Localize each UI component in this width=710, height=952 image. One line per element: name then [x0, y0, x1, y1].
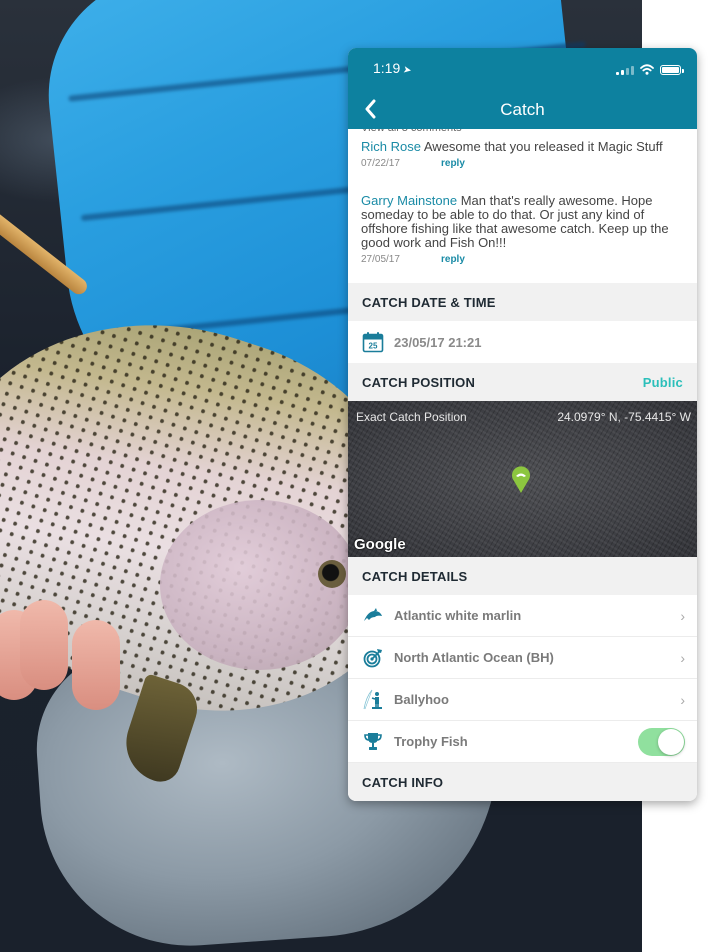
detail-label: Ballyhoo: [394, 692, 449, 707]
status-bar: 1:19 ➤: [348, 60, 697, 80]
comment-item: Garry Mainstone Man that's really awesom…: [348, 194, 697, 267]
section-title: CATCH DATE & TIME: [362, 294, 496, 310]
fish-species-icon: [362, 605, 384, 627]
section-title: CATCH POSITION: [362, 374, 476, 390]
status-time: 1:19 ➤: [373, 60, 413, 77]
detail-row-area[interactable]: North Atlantic Ocean (BH) ›: [348, 637, 697, 679]
detail-label: North Atlantic Ocean (BH): [394, 650, 554, 665]
comment-date: 07/22/17: [361, 158, 400, 169]
section-header-catch-details: CATCH DETAILS: [348, 557, 697, 595]
phone-screen: 1:19➤ Catch View all 3 comments: [348, 48, 697, 801]
comment-date: 27/05/17: [361, 254, 400, 265]
detail-label: Atlantic white marlin: [394, 608, 522, 623]
map-pin-icon[interactable]: [511, 466, 531, 494]
battery-icon: [660, 65, 684, 75]
comment-body: Rich Rose Awesome that you released it M…: [361, 140, 684, 154]
trophy-icon: [362, 731, 384, 753]
reply-link[interactable]: reply: [441, 253, 465, 267]
comment-body: Garry Mainstone Man that's really awesom…: [361, 194, 684, 250]
finger: [72, 620, 120, 710]
map-label: Exact Catch Position: [356, 410, 467, 424]
catch-map[interactable]: Exact Catch Position 24.0979° N, -75.441…: [348, 401, 697, 557]
status-icons: [616, 64, 684, 75]
comment-meta: 27/05/17 reply: [361, 253, 684, 267]
view-all-comments-link[interactable]: View all 3 comments: [361, 129, 462, 134]
fingers: [0, 590, 160, 710]
catch-date-row[interactable]: 25 23/05/17 21:21: [348, 321, 697, 363]
detail-row-trophy: Trophy Fish: [348, 721, 697, 763]
toggle-knob: [658, 728, 684, 755]
comment-author[interactable]: Garry Mainstone: [361, 193, 457, 208]
cellular-signal-icon: [616, 66, 634, 75]
wifi-icon: [640, 64, 654, 75]
section-title: CATCH DETAILS: [362, 568, 468, 584]
google-logo: Google: [354, 536, 406, 553]
calendar-icon: 25: [362, 332, 384, 353]
finger: [20, 600, 68, 690]
catch-content[interactable]: View all 3 comments Rich Rose Awesome th…: [348, 129, 697, 801]
comment-author[interactable]: Rich Rose: [361, 139, 421, 154]
angler-bait-icon: [362, 689, 384, 711]
section-header-catch-info: CATCH INFO: [348, 763, 697, 801]
app-header: 1:19 ➤ Catch: [348, 48, 697, 129]
location-arrow-icon: ➤: [402, 64, 413, 77]
calendar-day: 25: [369, 342, 378, 351]
section-header-catch-date: CATCH DATE & TIME: [348, 283, 697, 321]
chevron-right-icon: ›: [680, 607, 685, 624]
page-title: Catch: [500, 100, 545, 119]
time-text: 1:19: [373, 60, 401, 76]
comment-text: Awesome that you released it Magic Stuff: [420, 139, 663, 154]
section-title: CATCH INFO: [362, 774, 444, 790]
reply-link[interactable]: reply: [441, 157, 465, 171]
section-header-catch-position: CATCH POSITION Public: [348, 363, 697, 401]
chevron-right-icon: ›: [680, 649, 685, 666]
target-area-icon: [362, 647, 384, 669]
detail-row-species[interactable]: Atlantic white marlin ›: [348, 595, 697, 637]
trophy-fish-toggle[interactable]: [638, 727, 685, 756]
comment-meta: 07/22/17 reply: [361, 157, 684, 171]
detail-row-bait[interactable]: Ballyhoo ›: [348, 679, 697, 721]
detail-label: Trophy Fish: [394, 734, 468, 749]
visibility-toggle[interactable]: Public: [643, 375, 683, 390]
catch-date-value: 23/05/17 21:21: [394, 334, 482, 350]
chevron-right-icon: ›: [680, 691, 685, 708]
fish-eye: [318, 560, 346, 588]
comment-item: Rich Rose Awesome that you released it M…: [348, 140, 697, 171]
map-coordinates: 24.0979° N, -75.4415° W: [557, 410, 691, 424]
